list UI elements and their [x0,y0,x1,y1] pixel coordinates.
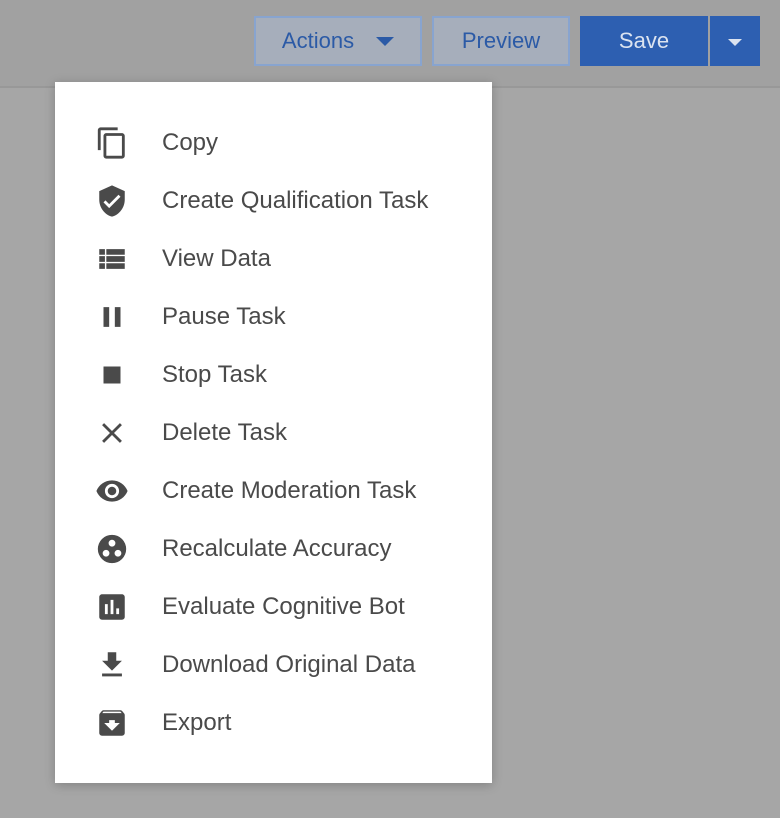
menu-item-label: Recalculate Accuracy [162,535,392,562]
caret-down-icon [376,36,395,46]
menu-item-create-moderation-task[interactable]: Create Moderation Task [55,464,492,518]
preview-button[interactable]: Preview [432,16,570,66]
menu-item-pause-task[interactable]: Pause Task [55,290,492,344]
menu-item-create-qualification-task[interactable]: Create Qualification Task [55,174,492,228]
caret-down-icon [728,39,742,46]
menu-item-label: Create Qualification Task [162,187,429,214]
actions-button[interactable]: Actions [254,16,422,66]
bar-chart-icon [95,590,129,624]
download-icon [95,648,129,682]
menu-item-delete-task[interactable]: Delete Task [55,406,492,460]
actions-menu: Copy Create Qualification Task View Data… [55,82,492,783]
pause-icon [95,300,129,334]
shield-check-icon [95,184,129,218]
menu-item-evaluate-cognitive-bot[interactable]: Evaluate Cognitive Bot [55,580,492,634]
menu-item-label: Evaluate Cognitive Bot [162,593,405,620]
stop-icon [95,358,129,392]
save-button[interactable]: Save [580,16,708,66]
copy-icon [95,126,129,160]
menu-item-label: Copy [162,129,219,156]
bubble-chart-icon [95,532,129,566]
close-icon [95,416,129,450]
list-icon [95,242,129,276]
menu-item-recalculate-accuracy[interactable]: Recalculate Accuracy [55,522,492,576]
preview-button-label: Preview [461,28,541,53]
menu-item-view-data[interactable]: View Data [55,232,492,286]
menu-item-stop-task[interactable]: Stop Task [55,348,492,402]
actions-button-label: Actions [281,28,355,53]
archive-icon [95,706,129,740]
menu-item-download-original-data[interactable]: Download Original Data [55,638,492,692]
menu-item-label: Create Moderation Task [162,477,417,504]
menu-item-label: Download Original Data [162,651,416,678]
menu-item-label: Export [162,709,232,736]
save-button-label: Save [618,28,670,53]
menu-item-label: Pause Task [162,303,286,330]
menu-item-label: View Data [162,245,271,272]
menu-item-label: Delete Task [162,419,287,446]
menu-item-copy[interactable]: Copy [55,116,492,170]
eye-icon [95,474,129,508]
save-options-button[interactable] [710,16,760,66]
menu-item-label: Stop Task [162,361,267,388]
menu-item-export[interactable]: Export [55,696,492,750]
toolbar: Actions Preview Save [0,0,780,88]
